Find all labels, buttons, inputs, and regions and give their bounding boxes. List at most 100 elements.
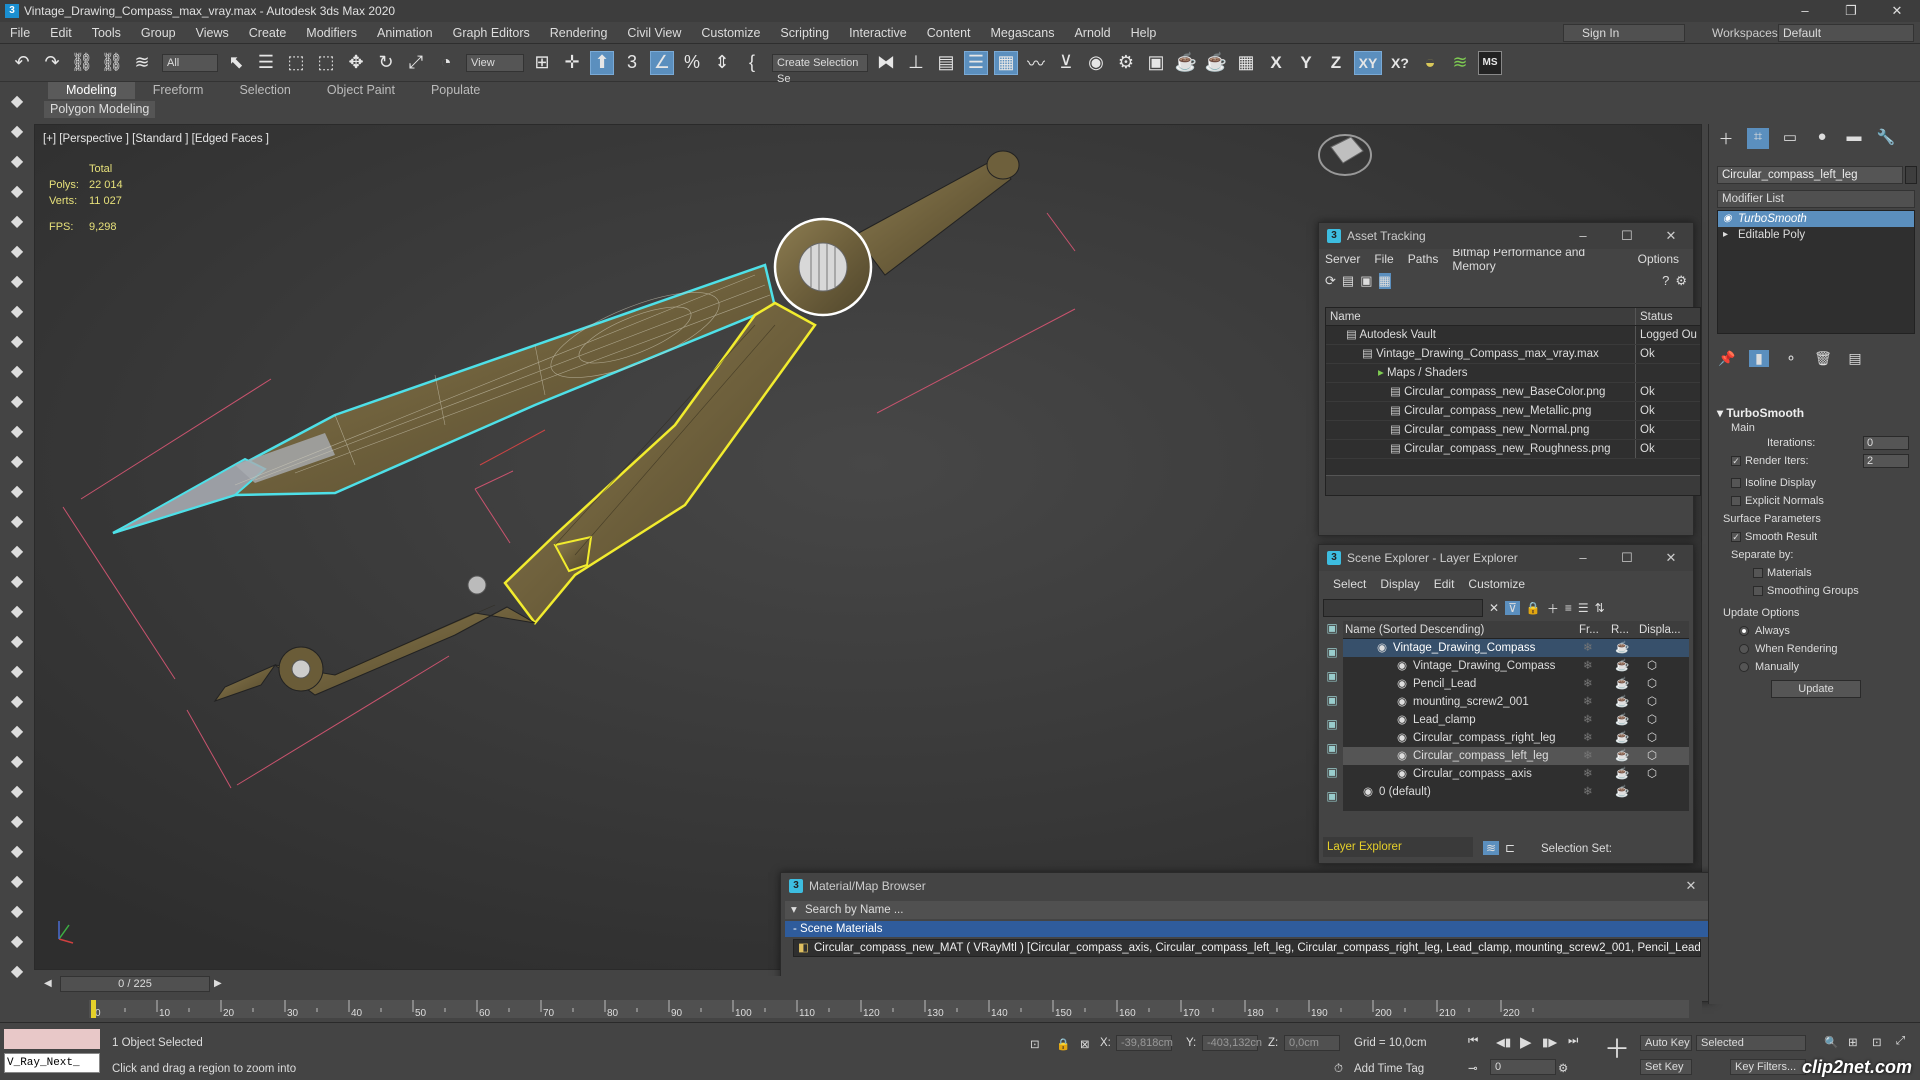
next-key-icon[interactable]: ▮▶ [1542, 1035, 1557, 1049]
visibility-eye-icon[interactable]: ◉ [1397, 729, 1407, 747]
spinner-snap-icon[interactable]: ⇕ [710, 51, 734, 75]
scatter-icon[interactable]: ◆ [0, 806, 34, 836]
go-to-start-icon[interactable]: ⏮ [1468, 1035, 1478, 1048]
menu-item-animation[interactable]: Animation [367, 26, 443, 40]
redo-icon[interactable]: ↷ [40, 51, 64, 75]
make-unique-icon[interactable]: ⚬ [1781, 350, 1801, 367]
display-all-filter-icon[interactable]: ▣ [1323, 621, 1341, 645]
maximize-viewport-icon[interactable]: ⤢ [1896, 1035, 1905, 1048]
mirror-icon[interactable]: ⧓ [874, 51, 898, 75]
thumbnail-view-icon[interactable]: ▣ [1360, 273, 1372, 289]
object-row[interactable]: ◉ mounting_screw2_001 ❄ ☕ ⬡ [1343, 693, 1689, 711]
camera-icon[interactable]: ◆ [0, 326, 34, 356]
col-name-header[interactable]: Name (Sorted Descending) [1345, 621, 1484, 639]
se-menu-display[interactable]: Display [1380, 577, 1419, 591]
new-layer-icon[interactable]: ＋ [1547, 600, 1559, 617]
bone-icon[interactable]: ◆ [0, 656, 34, 686]
col-name-header[interactable]: Name [1326, 308, 1636, 325]
freeze-icon[interactable]: ❄ [1583, 747, 1593, 765]
utilities-tab-icon[interactable]: 🔧 [1875, 128, 1897, 149]
object-row[interactable]: ◉ Circular_compass_right_leg ❄ ☕ ⬡ [1343, 729, 1689, 747]
display-icon[interactable]: ⬡ [1647, 729, 1657, 747]
torus-icon[interactable]: ◆ [0, 506, 34, 536]
asset-row[interactable]: ▤ Autodesk Vault Logged Ou [1326, 326, 1700, 345]
teapot-icon[interactable]: ◆ [0, 86, 34, 116]
col-freeze-header[interactable]: Fr... [1579, 621, 1599, 639]
hierarchy-icon[interactable]: ☰ [1578, 601, 1589, 615]
minimize-button[interactable]: – [1782, 3, 1828, 19]
lights-filter-icon[interactable]: ▣ [1323, 693, 1341, 717]
at-menu-file[interactable]: File [1374, 252, 1393, 266]
clear-icon[interactable]: ✕ [1489, 601, 1499, 615]
menu-item-customize[interactable]: Customize [691, 26, 770, 40]
time-slider[interactable]: 0 / 225 [60, 976, 210, 992]
at-menu-server[interactable]: Server [1325, 252, 1360, 266]
axis-xy-button[interactable]: XY [1354, 50, 1382, 75]
layers-icon[interactable]: ≡ [1565, 601, 1572, 615]
render-icon[interactable]: ☕ [1615, 747, 1629, 765]
remove-modifier-icon[interactable]: 🗑 [1813, 350, 1833, 367]
render-iterative-icon[interactable]: ☕ [1204, 51, 1228, 75]
col-display-header[interactable]: Displa... [1639, 621, 1681, 639]
prev-frame-icon[interactable]: ◀ [44, 978, 52, 989]
visibility-eye-icon[interactable]: ◉ [1377, 639, 1387, 657]
hair-icon[interactable]: ◆ [0, 746, 34, 776]
object-row[interactable]: ◉ Circular_compass_axis ❄ ☕ ⬡ [1343, 765, 1689, 783]
pivot-icon[interactable]: ⊞ [530, 51, 554, 75]
smooth-result-checkbox[interactable]: ✓ [1731, 532, 1741, 542]
axis-constraint-button[interactable]: X? [1388, 51, 1412, 75]
zoom-icon[interactable]: 🔍 [1824, 1035, 1838, 1049]
key-mode-icon[interactable]: ⊸ [1468, 1061, 1478, 1075]
display-icon[interactable]: ⬡ [1647, 711, 1657, 729]
ribbon-subpanel[interactable]: Polygon Modeling [44, 101, 156, 118]
maxscript-input[interactable]: V_Ray_Next_ [4, 1053, 100, 1073]
iterations-spinner[interactable]: 0 [1863, 436, 1909, 450]
modifier-list-dropdown[interactable]: Modifier List [1717, 190, 1915, 208]
render-icon[interactable]: ☕ [1615, 711, 1629, 729]
minimize-button[interactable]: – [1561, 545, 1605, 571]
close-button[interactable]: ✕ [1649, 545, 1693, 571]
select-by-name-icon[interactable]: ☰ [254, 51, 278, 75]
link-icon[interactable]: ⛓ [70, 51, 94, 75]
table-view-icon[interactable]: ▦ [1378, 273, 1391, 289]
filter-icon[interactable]: ⊽ [1505, 601, 1520, 615]
render-icon[interactable]: ☕ [1615, 657, 1629, 675]
unlink-icon[interactable]: ⛓ [100, 51, 124, 75]
key-filters-button[interactable]: Key Filters... [1730, 1059, 1806, 1075]
light-icon[interactable]: ◆ [0, 296, 34, 326]
box-icon[interactable]: ◆ [0, 146, 34, 176]
sun-icon[interactable]: ◆ [0, 566, 34, 596]
menu-item-modifiers[interactable]: Modifiers [296, 26, 367, 40]
time-tag-icon[interactable]: ⏱ [1334, 1063, 1343, 1076]
reference-coord-dropdown[interactable]: View [466, 53, 524, 72]
script-icon[interactable]: ◆ [0, 956, 34, 986]
object-color-swatch[interactable] [1905, 166, 1917, 184]
find-field[interactable] [1323, 599, 1483, 617]
cylinder-icon[interactable]: ◆ [0, 176, 34, 206]
undo-icon[interactable]: ↶ [10, 51, 34, 75]
rendered-frame-icon[interactable]: ▣ [1144, 51, 1168, 75]
rect-selection-icon[interactable]: ⬚ [284, 51, 308, 75]
object-row[interactable]: ◉ Pencil_Lead ❄ ☕ ⬡ [1343, 675, 1689, 693]
select-object-icon[interactable]: ⬉ [224, 51, 248, 75]
layer-row[interactable]: ◉ 0 (default) ❄ ☕ [1343, 783, 1689, 801]
help-icon[interactable]: ? [1662, 273, 1669, 289]
object-row[interactable]: ◉ Vintage_Drawing_Compass ❄ ☕ [1343, 639, 1689, 657]
set-key-icon[interactable]: ＋ [1604, 1029, 1630, 1066]
update-button[interactable]: Update [1771, 680, 1861, 698]
visibility-eye-icon[interactable]: ◉ [1397, 657, 1407, 675]
helper-icon[interactable]: ◆ [0, 356, 34, 386]
spacewarp-icon[interactable]: ◆ [0, 386, 34, 416]
freeze-icon[interactable]: ❄ [1583, 657, 1593, 675]
timeline-ruler[interactable]: 0 10 20 30 40 50 60 70 80 90 100 110 120 130 140 150 160… [89, 1000, 1689, 1018]
sign-in-dropdown[interactable]: Sign In [1563, 24, 1685, 42]
asset-row[interactable]: ▸ Maps / Shaders [1326, 364, 1700, 383]
window-crossing-icon[interactable]: ⬚ [314, 51, 338, 75]
ribbon-tab-modeling[interactable]: Modeling [48, 82, 135, 99]
visibility-eye-icon[interactable]: ◉ [1397, 675, 1407, 693]
object-row[interactable]: ◉ Vintage_Drawing_Compass ❄ ☕ ⬡ [1343, 657, 1689, 675]
maximize-button[interactable]: ☐ [1605, 223, 1649, 249]
text-icon[interactable]: ◆ [0, 236, 34, 266]
at-menu-paths[interactable]: Paths [1408, 252, 1439, 266]
workspaces-dropdown[interactable]: Default [1778, 24, 1914, 42]
